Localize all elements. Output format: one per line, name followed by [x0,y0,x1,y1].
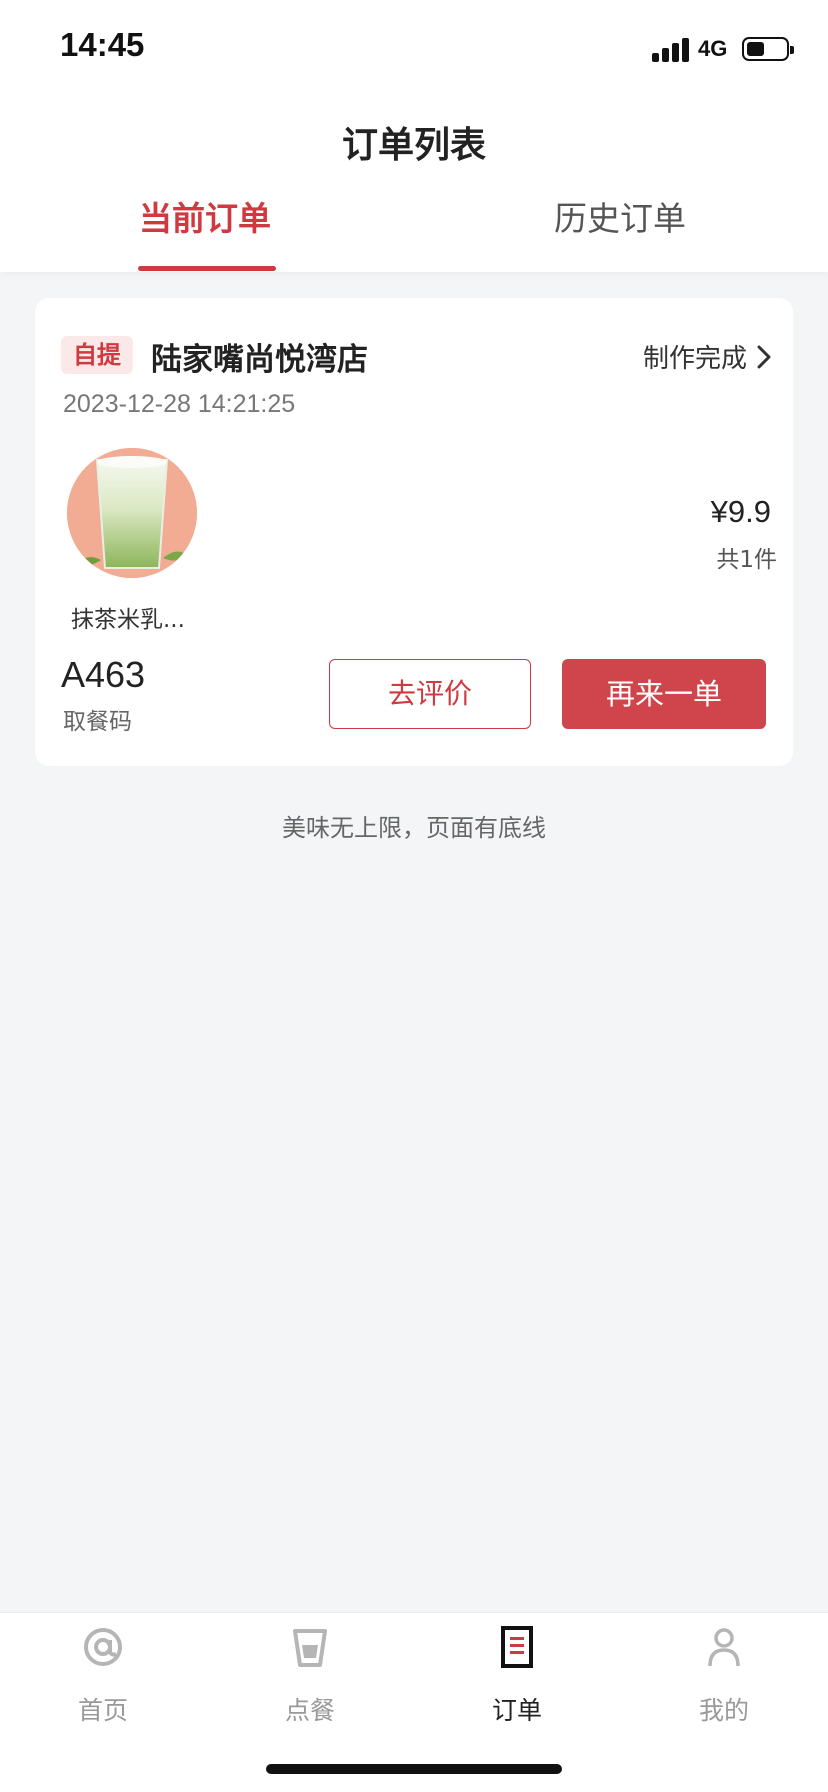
nav-label-orders: 订单 [491,1696,542,1725]
nav-item-orders[interactable]: 订单 [442,1625,592,1727]
pickup-badge: 自提 [61,336,133,374]
reorder-button[interactable]: 再来一单 [562,659,766,729]
user-icon [708,1628,740,1667]
nav-item-home[interactable]: 首页 [28,1625,178,1727]
network-label: 4G [698,36,728,61]
nav-item-mine[interactable]: 我的 [649,1625,799,1727]
store-name: 陆家嘴尚悦湾店 [151,342,368,378]
item-count: 共1件 [716,547,777,573]
order-status-link[interactable]: 制作完成 [643,338,771,375]
status-time: 14:45 [60,26,145,63]
tab-history-orders[interactable]: 历史订单 [470,192,770,240]
signal-icon [652,36,692,62]
at-icon [84,1628,122,1666]
order-status-label: 制作完成 [642,344,747,374]
nav-item-order-food[interactable]: 点餐 [235,1625,385,1727]
nav-label-mine: 我的 [698,1696,749,1725]
order-icon [501,1626,533,1668]
matcha-drink-image [67,448,197,578]
nav-label-order-food: 点餐 [284,1696,335,1725]
cup-icon [293,1629,327,1667]
page-title: 订单列表 [341,125,486,166]
battery-icon [742,37,794,61]
pickup-code: A463 [61,654,146,695]
tab-current-orders[interactable]: 当前订单 [55,192,355,240]
active-tab-indicator [138,266,276,271]
review-button[interactable]: 去评价 [329,659,531,729]
end-of-list-note: 美味无上限，页面有底线 [282,814,546,842]
product-name: 抹茶米乳... [71,607,185,633]
home-indicator [266,1764,562,1774]
order-card[interactable]: 自提 陆家嘴尚悦湾店 制作完成 2023-12-28 14:21:25 抹茶米乳… [35,298,793,766]
order-time: 2023-12-28 14:21:25 [63,390,296,418]
chevron-right-icon [757,345,771,368]
nav-label-home: 首页 [77,1696,128,1725]
pickup-code-label: 取餐码 [63,709,132,735]
order-price: ¥9.9 [710,494,771,529]
header: 订单列表 当前订单 历史订单 [0,100,828,272]
status-bar: 14:45 4G [0,0,828,100]
